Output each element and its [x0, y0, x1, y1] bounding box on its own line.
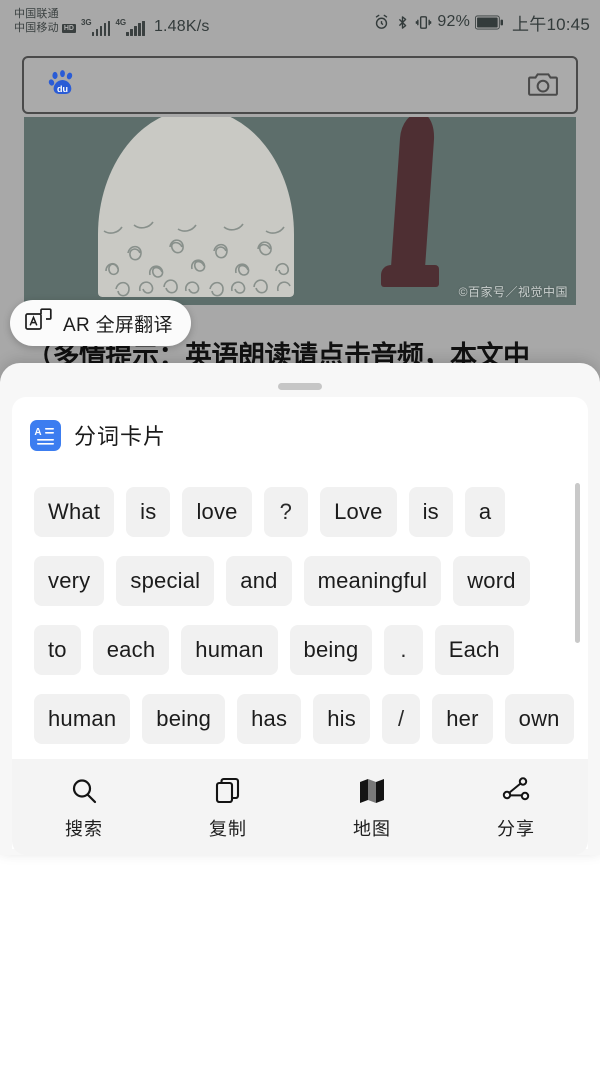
- carrier-primary-label: 中国联通: [14, 8, 59, 21]
- word-chip[interactable]: being: [142, 694, 226, 744]
- vibrate-icon: [415, 14, 432, 31]
- svg-text:A: A: [34, 427, 41, 438]
- signal-3g-label: 3G: [80, 17, 92, 27]
- svg-text:du: du: [57, 84, 68, 94]
- word-chip[interactable]: own: [504, 694, 574, 744]
- baidu-paw-logo: du: [46, 68, 80, 102]
- word-chip[interactable]: and: [226, 556, 292, 606]
- word-chip[interactable]: each: [92, 625, 170, 675]
- word-chip[interactable]: is: [408, 487, 453, 537]
- word-chip[interactable]: his: [313, 694, 370, 744]
- dress-pattern: [103, 221, 291, 297]
- card-title: 分词卡片: [74, 424, 167, 449]
- toolbar-item-copy[interactable]: 复制: [156, 759, 300, 855]
- signal-bars-3g: 3G: [80, 17, 111, 36]
- signal-strength-icon: [126, 20, 145, 36]
- word-chip[interactable]: Each: [434, 625, 514, 675]
- scrollbar-thumb[interactable]: [575, 483, 580, 643]
- article-photo[interactable]: ©百家号／视觉中国: [24, 117, 576, 305]
- drag-handle[interactable]: [278, 383, 322, 390]
- word-chip[interactable]: human: [34, 694, 131, 744]
- carrier-secondary-row: 中国移动 HD: [14, 22, 76, 36]
- toolbar-item-map[interactable]: 地图: [300, 759, 444, 855]
- word-chip[interactable]: has: [237, 694, 302, 744]
- battery-icon: [475, 15, 504, 30]
- search-bar[interactable]: du: [22, 56, 578, 114]
- word-chip[interactable]: is: [126, 487, 171, 537]
- word-chip[interactable]: to: [34, 625, 81, 675]
- toolbar-item-share[interactable]: 分享: [444, 759, 588, 855]
- word-chip[interactable]: ?: [263, 487, 309, 537]
- word-chip-row: to each human being. Each: [34, 625, 566, 675]
- word-card-icon: A: [30, 419, 61, 451]
- camera-icon[interactable]: [528, 70, 558, 100]
- carrier-labels: 中国联通 中国移动 HD: [14, 8, 76, 36]
- card-header: A 分词卡片: [12, 397, 588, 451]
- status-bar-right: 92% 上午10:45: [373, 10, 590, 35]
- network-speed-label: 1.48K/s: [153, 17, 210, 35]
- signal-strength-icon: [91, 20, 111, 36]
- word-chip[interactable]: being: [289, 625, 373, 675]
- word-chip[interactable]: word: [453, 556, 530, 606]
- word-chip[interactable]: Love: [320, 487, 397, 537]
- word-chip-row: What is love? Love is a: [34, 487, 566, 537]
- word-chip[interactable]: love: [182, 487, 252, 537]
- bottom-sheet[interactable]: A 分词卡片 What is love? Love is a very special and m…: [0, 363, 600, 855]
- toolbar-label: 分享: [497, 818, 535, 839]
- word-chip[interactable]: her: [432, 694, 493, 744]
- leg-shape: [390, 117, 436, 280]
- clock-label: 上午10:45: [512, 14, 590, 34]
- ar-button-label: AR 全屏翻译: [63, 314, 173, 336]
- word-chip-row: very special and meaningful word: [34, 556, 566, 606]
- bluetooth-icon: [395, 14, 410, 31]
- status-bar: 中国联通 中国移动 HD 3G 4G 1.48K/s 92% 上午10:45: [0, 0, 600, 44]
- ar-fullscreen-translate-button[interactable]: AR 全屏翻译: [10, 300, 191, 346]
- boot-shape: [381, 265, 439, 287]
- alarm-icon: [373, 14, 390, 31]
- search-icon: [69, 774, 99, 808]
- word-chip[interactable]: a: [464, 487, 506, 537]
- toolbar-label: 地图: [353, 818, 391, 839]
- phone-screen: 中国联通 中国移动 HD 3G 4G 1.48K/s 92% 上午10:45 d…: [0, 0, 600, 1066]
- word-chip-row: human being has his / her own: [34, 694, 574, 744]
- status-bar-left: 中国联通 中国移动 HD 3G 4G 1.48K/s: [14, 8, 210, 36]
- word-chip[interactable]: very: [34, 556, 105, 606]
- toolbar-label: 复制: [209, 818, 247, 839]
- share-icon: [501, 774, 531, 808]
- copy-icon: [213, 774, 243, 808]
- toolbar-label: 搜索: [65, 818, 103, 839]
- carrier-secondary-label: 中国移动: [14, 22, 59, 34]
- signal-4g-label: 4G: [115, 17, 127, 27]
- word-chip[interactable]: /: [381, 694, 421, 744]
- word-chip[interactable]: What: [34, 487, 115, 537]
- word-chip[interactable]: meaningful: [303, 556, 442, 606]
- photo-watermark: ©百家号／视觉中国: [458, 285, 568, 299]
- word-chip[interactable]: human: [181, 625, 278, 675]
- word-chip[interactable]: .: [384, 625, 423, 675]
- toolbar-item-search[interactable]: 搜索: [12, 759, 156, 855]
- carrier-primary-row: 中国联通: [14, 8, 76, 22]
- sheet-toolbar: 搜索 复制 地图 分享: [12, 759, 588, 855]
- signal-bars-4g: 4G: [115, 17, 145, 36]
- word-chip[interactable]: special: [116, 556, 215, 606]
- battery-percent-label: 92%: [437, 13, 471, 30]
- map-icon: [357, 774, 387, 808]
- hd-badge: HD: [61, 24, 76, 34]
- translate-icon: [24, 307, 52, 340]
